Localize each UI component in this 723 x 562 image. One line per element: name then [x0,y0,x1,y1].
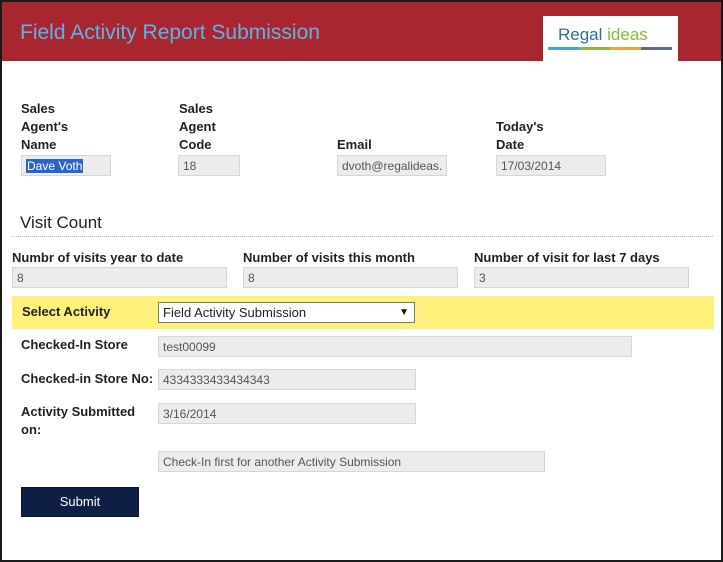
todays-date-label: Today's Date [496,118,544,154]
label-line: Sales [21,101,55,116]
logo-bar [579,47,610,50]
select-activity-label: Select Activity [22,304,111,319]
visits-ytd-label: Numbr of visits year to date [12,250,184,265]
label-line: Today's [496,119,544,134]
agent-name-field[interactable]: Dave Voth [21,155,111,176]
label-line: Activity Submitted [21,404,136,419]
form-window: Field Activity Report Submission Regal i… [0,0,723,562]
label-line: Agent [179,119,216,134]
checkin-notice-field: Check-In first for another Activity Subm… [158,451,545,472]
label-line: Date [496,137,525,152]
label-line: Code [179,137,212,152]
regal-ideas-logo: Regal ideas [543,16,678,61]
checked-in-store-no-field[interactable]: 4334333433434343 [158,369,416,390]
page-title: Field Activity Report Submission [20,21,320,44]
activity-submitted-label: Activity Submitted on: [21,403,135,439]
todays-date-field[interactable]: 17/03/2014 [496,155,606,176]
agent-name-label: Sales Agent's Name [21,100,68,154]
logo-bar [548,47,579,50]
checked-in-store-no-label: Checked-in Store No: [21,371,154,386]
logo-word-regal: Regal [558,25,603,44]
label-line: on: [21,422,42,437]
page-header: Field Activity Report Submission Regal i… [2,2,721,61]
logo-bar [641,47,672,50]
agent-name-value: Dave Voth [26,159,84,173]
visits-week-field[interactable]: 3 [474,267,689,288]
email-field[interactable]: dvoth@regalideas. [337,155,447,176]
visits-ytd-field[interactable]: 8 [12,267,227,288]
activity-select-value: Field Activity Submission [163,305,307,320]
visits-month-label: Number of visits this month [243,250,415,265]
agent-code-label: Sales Agent Code [179,100,216,154]
logo-color-bars [548,47,672,50]
visits-week-label: Number of visit for last 7 days [474,250,660,265]
visit-count-heading: Visit Count [20,213,102,232]
logo-word-ideas: ideas [607,25,648,44]
checked-in-store-field[interactable]: test00099 [158,336,632,357]
section-divider [12,236,713,237]
label-line: Name [21,137,57,152]
checked-in-store-label: Checked-In Store [21,337,128,352]
email-label: Email [337,137,372,152]
activity-select[interactable]: Field Activity Submission ▼ [158,302,415,323]
label-line: Agent's [21,119,69,134]
label-line: Sales [179,101,213,116]
agent-code-field[interactable]: 18 [178,155,240,176]
submit-button[interactable]: Submit [21,487,139,517]
activity-submitted-field[interactable]: 3/16/2014 [158,403,416,424]
logo-bar [610,47,641,50]
dropdown-arrow-icon: ▼ [399,307,409,318]
visits-month-field[interactable]: 8 [243,267,458,288]
logo-text: Regal ideas [558,25,648,45]
